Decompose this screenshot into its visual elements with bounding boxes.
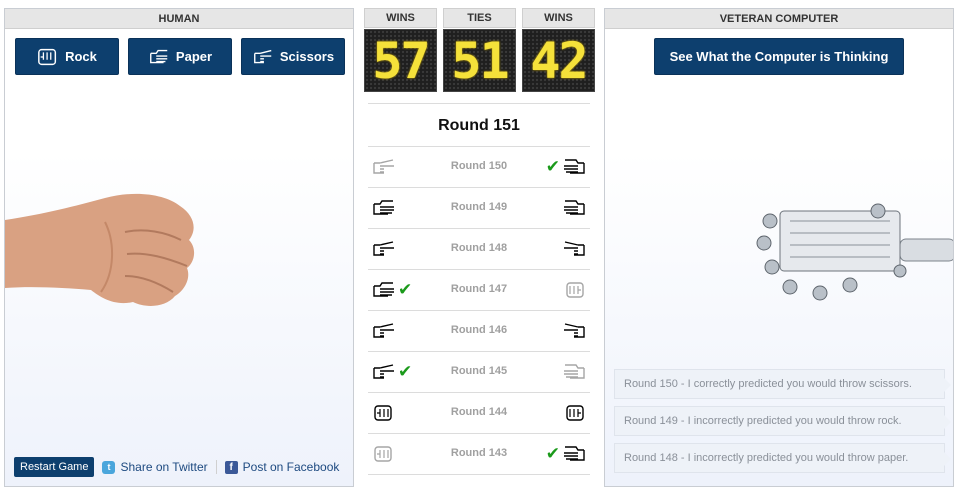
- history-row: Round 146: [368, 311, 590, 352]
- paper-button-label: Paper: [175, 49, 213, 64]
- computer-throw: ✔: [546, 157, 586, 177]
- twitter-icon: t: [102, 460, 116, 474]
- post-facebook-label: Post on Facebook: [242, 460, 340, 474]
- computer-win-check-icon: ✔: [545, 157, 560, 176]
- computer-throw: [562, 403, 586, 423]
- history-row: Round 149: [368, 188, 590, 229]
- share-twitter-link[interactable]: t Share on Twitter: [102, 460, 208, 474]
- human-wins-display: 57: [364, 29, 437, 92]
- history-round-label: Round 146: [450, 324, 508, 336]
- history-row: Round 144: [368, 393, 590, 434]
- ties-score: TIES 51: [443, 8, 516, 92]
- history-rows: Round 150 ✔ Round 149 Round 148 ✔ Round 147 Ro…: [368, 147, 590, 475]
- human-wins-score: WINS 57: [364, 8, 437, 92]
- computer-rock-icon: [566, 282, 584, 298]
- share-twitter-label: Share on Twitter: [120, 460, 208, 474]
- computer-wins-value: 42: [530, 31, 588, 90]
- footer-divider: [215, 460, 217, 474]
- computer-message: Round 150 - I correctly predicted you wo…: [614, 369, 951, 399]
- restart-game-button[interactable]: Restart Game: [14, 457, 95, 477]
- computer-wins-score: WINS 42: [522, 8, 595, 92]
- rock-button[interactable]: Rock: [15, 38, 119, 75]
- facebook-icon: f: [224, 460, 238, 474]
- ties-value: 51: [451, 31, 509, 90]
- paper-button[interactable]: Paper: [128, 38, 232, 75]
- computer-throw: [562, 280, 586, 300]
- current-round-title: Round 151: [368, 104, 590, 147]
- computer-scissors-icon: [564, 241, 585, 256]
- game-root: HUMAN Rock Paper Scissors Restart Game t…: [0, 0, 960, 491]
- human-panel-header: HUMAN: [5, 9, 353, 29]
- computer-paper-icon: [564, 364, 585, 379]
- history-row: Round 148: [368, 229, 590, 270]
- computer-panel: VETERAN COMPUTER See What the Computer i…: [604, 8, 954, 487]
- computer-panel-header: VETERAN COMPUTER: [605, 9, 953, 29]
- see-computer-thinking-button[interactable]: See What the Computer is Thinking: [654, 38, 904, 75]
- computer-paper-icon: [564, 446, 585, 461]
- paper-hand-icon: [149, 49, 168, 63]
- computer-throw: [562, 321, 586, 341]
- computer-message: Round 148 - I incorrectly predicted you …: [614, 443, 951, 473]
- human-wins-value: 57: [372, 31, 430, 90]
- human-panel: HUMAN Rock Paper Scissors Restart Game t…: [4, 8, 354, 487]
- round-history[interactable]: Round 151 Round 150 ✔ Round 149 Round 148 ✔ R…: [368, 103, 590, 491]
- computer-throw: [562, 239, 586, 259]
- history-round-label: Round 144: [450, 406, 508, 418]
- scissors-button-label: Scissors: [279, 49, 335, 64]
- rock-button-label: Rock: [65, 49, 97, 64]
- history-round-label: Round 149: [450, 201, 508, 213]
- computer-messages: Round 150 - I correctly predicted you wo…: [614, 369, 951, 480]
- computer-win-check-icon: ✔: [545, 444, 560, 463]
- scissors-hand-icon: [253, 49, 272, 63]
- history-round-label: Round 145: [450, 365, 508, 377]
- human-fist-image: [5, 193, 195, 306]
- computer-message: Round 149 - I incorrectly predicted you …: [614, 406, 951, 436]
- scissors-button[interactable]: Scissors: [241, 38, 345, 75]
- computer-wins-display: 42: [522, 29, 595, 92]
- computer-paper-icon: [564, 159, 585, 174]
- history-row: Round 143 ✔: [368, 434, 590, 475]
- history-round-label: Round 147: [450, 283, 508, 295]
- computer-throw: [562, 362, 586, 382]
- rock-hand-icon: [38, 48, 57, 65]
- computer-rock-icon: [566, 405, 584, 421]
- robot-hand-image: [756, 203, 953, 301]
- computer-scissors-icon: [564, 323, 585, 338]
- computer-paper-icon: [564, 200, 585, 215]
- history-round-label: Round 148: [450, 242, 508, 254]
- human-footer: Restart Game t Share on Twitter f Post o…: [5, 448, 353, 486]
- human-wins-label: WINS: [364, 8, 437, 28]
- ties-display: 51: [443, 29, 516, 92]
- computer-throw: ✔: [546, 444, 586, 464]
- post-facebook-link[interactable]: f Post on Facebook: [224, 460, 340, 474]
- computer-throw: [562, 198, 586, 218]
- history-row: ✔ Round 147: [368, 270, 590, 311]
- history-row: Round 150 ✔: [368, 147, 590, 188]
- computer-wins-label: WINS: [522, 8, 595, 28]
- history-row: ✔ Round 145: [368, 352, 590, 393]
- ties-label: TIES: [443, 8, 516, 28]
